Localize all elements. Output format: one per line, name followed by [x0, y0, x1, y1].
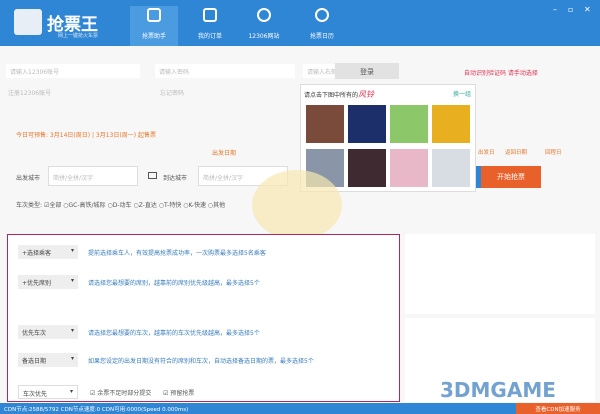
right-date-b[interactable]: 回程日 — [545, 148, 562, 156]
reserve-checkbox[interactable]: ☑ 预留抢票 — [163, 388, 194, 397]
close-icon[interactable]: ✕ — [584, 5, 591, 14]
captcha-hint: 自动识别验证码 请手动选择 — [464, 70, 538, 77]
captcha-image-2[interactable] — [348, 105, 386, 143]
type-gc[interactable]: ○GC-高铁/城际 — [63, 202, 105, 209]
swap-icon[interactable] — [148, 172, 157, 179]
to-label: 到达城市 — [163, 175, 188, 182]
presale-notice: 今日可预售: 3月14日(周日) | 3月13日(周一) 起售票 — [16, 132, 156, 139]
tab-calendar[interactable]: 抢票日历 — [298, 6, 346, 46]
type-k[interactable]: ○K-快速 — [183, 202, 206, 209]
captcha-image-6[interactable] — [348, 149, 386, 187]
mascot-image — [252, 170, 342, 240]
depart-date[interactable]: 出发日期 — [212, 148, 236, 157]
partial-submit-checkbox[interactable]: ☑ 余票不足时部分提交 — [90, 388, 151, 397]
type-d[interactable]: ○D-动车 — [107, 202, 131, 209]
password-input[interactable]: 请输入密码 — [155, 64, 295, 78]
seat-hint: 请选择您最想要的席别，越靠前的席别优先级越高，最多选择5个 — [88, 280, 260, 287]
captcha-popup: 请点击下图中所有的风铃 换一组 — [300, 84, 476, 192]
train-logo-icon — [14, 9, 42, 35]
from-city-input[interactable]: 简拼/全拼/汉字 — [48, 166, 138, 186]
alt-date-dropdown[interactable]: 备选日期 — [18, 353, 78, 367]
minimize-icon[interactable]: – — [553, 5, 557, 14]
cdn-service-button[interactable]: 查看CDN加速服务 — [516, 403, 600, 414]
maximize-icon[interactable]: ▫ — [568, 5, 573, 14]
start-grab-button[interactable]: 开始抢票 — [473, 166, 541, 188]
register-link[interactable]: 注册12306账号 — [8, 88, 51, 97]
clock-icon — [315, 8, 329, 22]
tab-grab[interactable]: 抢票助手 — [130, 6, 178, 46]
seat-priority-dropdown[interactable]: +优先席别 — [18, 275, 78, 289]
side-panel-top — [405, 234, 595, 314]
train-icon — [147, 8, 161, 22]
select-passenger-dropdown[interactable]: +选择乘客 — [18, 245, 78, 259]
title-bar: 抢票王 网上一键抢火车票 抢票助手 我的订单 12306网站 抢票日历 – ▫ … — [0, 0, 600, 46]
settings-panel: +选择乘客 提前选择乘车人，有效提高抢票成功率，一次购票最多选择5名乘客 +优先… — [7, 234, 400, 402]
train-type-filter: 车次类型: ☑全部 ○GC-高铁/城际 ○D-动车 ○Z-直达 ○T-特快 ○K… — [16, 202, 226, 209]
order-icon — [203, 8, 217, 22]
captcha-image-4[interactable] — [432, 105, 470, 143]
app-subtitle: 网上一键抢火车票 — [58, 33, 99, 39]
tab-orders[interactable]: 我的订单 — [186, 6, 234, 46]
forgot-link[interactable]: 忘记密码 — [160, 88, 184, 97]
captcha-image-7[interactable] — [390, 149, 428, 187]
from-label: 出发城市 — [16, 175, 41, 182]
captcha-image-3[interactable] — [390, 105, 428, 143]
passenger-hint: 提前选择乘车人，有效提高抢票成功率，一次购票最多选择5名乘客 — [88, 250, 266, 257]
refresh-captcha-button[interactable]: 换一组 — [453, 89, 471, 98]
return-date[interactable]: 返回日期 — [505, 148, 527, 156]
alt-date-hint: 如果您设定的出发日期没有符合的席别和车次，自动选择备选日期的票，最多选择5个 — [88, 358, 314, 365]
login-button[interactable]: 登录 — [335, 63, 399, 79]
status-bar: CDN节点:2588/5792 CDN节点速度:0 CDN可用:0000(Spe… — [0, 403, 600, 414]
train-priority-dropdown[interactable]: 优先车次 — [18, 325, 78, 339]
type-other[interactable]: ○其他 — [208, 202, 225, 209]
tab-12306[interactable]: 12306网站 — [240, 6, 288, 46]
type-z[interactable]: ○Z-直达 — [133, 202, 156, 209]
train-hint: 请选择您最想要的车次，越靠前的车次优先级越高，最多选择5个 — [88, 330, 260, 337]
globe-icon — [257, 8, 271, 22]
watermark: 3DMGAME — [440, 378, 556, 402]
account-input[interactable]: 请输入12306账号 — [6, 64, 140, 78]
captcha-image-1[interactable] — [306, 105, 344, 143]
captcha-prompt: 请点击下图中所有的风铃 — [304, 90, 375, 99]
priority-mode-dropdown[interactable]: 车次优先 — [18, 385, 78, 399]
cdn-status: CDN节点:2588/5792 CDN节点速度:0 CDN可用:0000(Spe… — [4, 407, 189, 413]
right-date-a[interactable]: 出发日 — [478, 148, 495, 156]
type-all[interactable]: ☑全部 — [44, 202, 61, 209]
captcha-image-8[interactable] — [432, 149, 470, 187]
type-t[interactable]: ○T-特快 — [159, 202, 182, 209]
